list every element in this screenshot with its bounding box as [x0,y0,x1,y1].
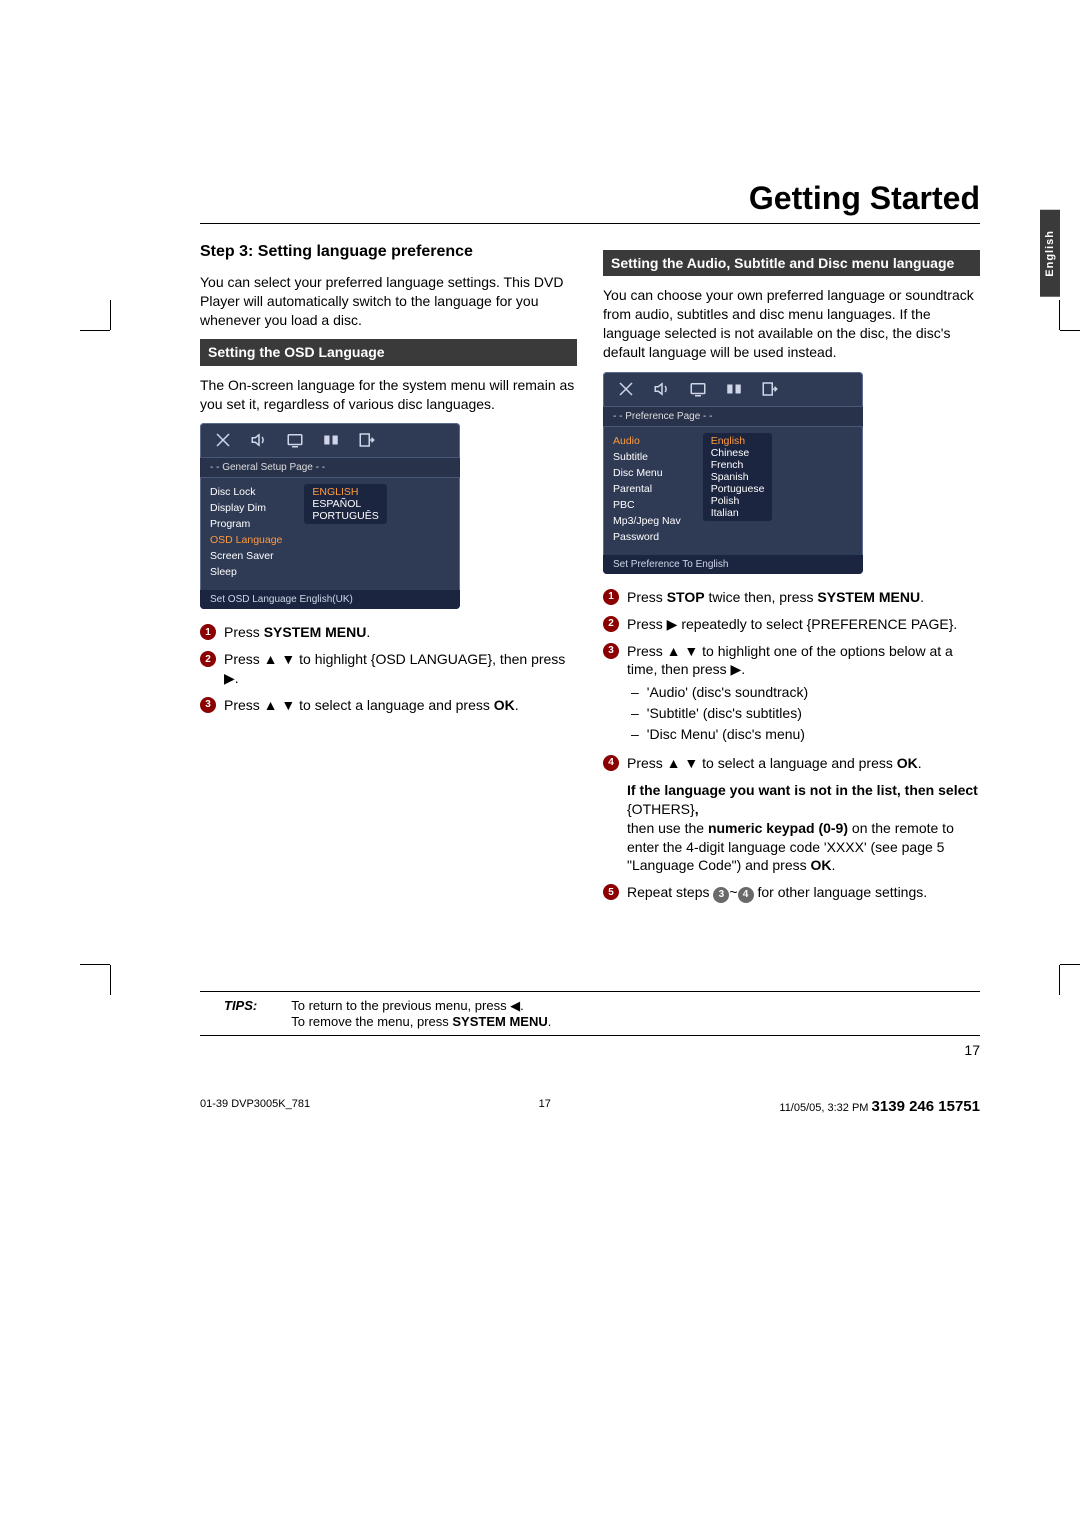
osd-banner: - - General Setup Page - - [200,457,460,478]
osd-label: Disc Lock [210,484,282,500]
footer-left: 01-39 DVP3005K_781 [200,1098,310,1115]
step-bullet: 2 [200,651,216,667]
osd-label: Sleep [210,564,282,580]
print-footer: 01-39 DVP3005K_781 17 11/05/05, 3:32 PM … [200,1098,980,1115]
exit-icon [759,380,781,398]
osd-menu-values: EnglishChineseFrenchSpanishPortuguesePol… [703,433,773,521]
osd-label: Subtitle [613,449,681,465]
step-text: Press ▲ ▼ to highlight {OSD LANGUAGE}, t… [224,650,577,688]
osd-label: Parental [613,481,681,497]
footer-code: 3139 246 15751 [872,1098,980,1115]
osd-value: ESPAÑOL [312,498,378,510]
step-item: 5 Repeat steps 3~4 for other language set… [603,883,980,903]
step-item: 4 Press ▲ ▼ to select a language and pres… [603,754,980,875]
osd-value: ENGLISH [312,486,378,498]
right-steps-list: 1 Press STOP twice then, press SYSTEM MEN… [603,588,980,903]
step-subitem: 'Audio' (disc's soundtrack) [631,683,980,702]
osd-label: Display Dim [210,500,282,516]
osd-menu-labels: Disc LockDisplay DimProgramOSD LanguageS… [210,484,282,580]
footer-right: 11/05/05, 3:32 PM 3139 246 15751 [779,1098,980,1115]
step-bullet: 3 [603,643,619,659]
step-bullet: 2 [603,616,619,632]
osd-value: PORTUGUÊS [312,510,378,522]
step-subitem: 'Subtitle' (disc's subtitles) [631,704,980,723]
step-bullet: 3 [200,697,216,713]
osd-footer: Set OSD Language English(UK) [200,590,460,609]
left-steps-list: 1 Press SYSTEM MENU. 2 Press ▲ ▼ to highlig… [200,623,577,715]
osd-value: Italian [711,507,765,519]
osd-value: English [711,435,765,447]
step-heading: Step 3: Setting language preference [200,242,577,263]
osd-general-setup: - - General Setup Page - - Disc LockDisp… [200,423,460,609]
step-subitem: 'Disc Menu' (disc's menu) [631,725,980,744]
language-tab: English [1040,210,1060,297]
tools-icon [212,431,234,449]
speaker-icon [248,431,270,449]
osd-tab-icons [200,423,460,457]
tips-row: TIPS: To return to the previous menu, pr… [200,991,980,1036]
step-extra: If the language you want is not in the l… [627,781,980,875]
osd-value: Spanish [711,471,765,483]
step-item: 1 Press STOP twice then, press SYSTEM MEN… [603,588,980,607]
step-item: 3 Press ▲ ▼ to select a language and pres… [200,696,577,715]
intro-paragraph: You can select your preferred language s… [200,273,577,330]
step-item: 1 Press SYSTEM MENU. [200,623,577,642]
footer-time: 11/05/05, 3:32 PM [779,1102,868,1114]
osd-label: Disc Menu [613,465,681,481]
left-column: Step 3: Setting language preference You … [200,242,577,911]
osd-value: Chinese [711,447,765,459]
osd-paragraph: The On-screen language for the system me… [200,376,577,414]
step-text: Press STOP twice then, press SYSTEM MENU… [627,588,980,607]
osd-value: Portuguese [711,483,765,495]
step-text: Press SYSTEM MENU. [224,623,577,642]
osd-banner: - - Preference Page - - [603,406,863,427]
step-text: Press ▲ ▼ to select a language and press… [224,696,577,715]
step-item: 2 Press ▲ ▼ to highlight {OSD LANGUAGE}, … [200,650,577,688]
osd-label: OSD Language [210,532,282,548]
step-text: Press ▶ repeatedly to select {PREFERENCE… [627,615,980,634]
section-subhead-pref: Setting the Audio, Subtitle and Disc men… [603,250,980,276]
osd-label: Program [210,516,282,532]
footer-mid: 17 [310,1098,779,1115]
dolby-icon [320,431,342,449]
pref-intro: You can choose your own preferred langua… [603,286,980,362]
osd-value: Polish [711,495,765,507]
section-subhead-osd: Setting the OSD Language [200,339,577,365]
osd-menu-labels: AudioSubtitleDisc MenuParentalPBCMp3/Jpe… [613,433,681,545]
step-bullet: 1 [200,624,216,640]
dolby-icon [723,380,745,398]
page-title: Getting Started [200,180,980,224]
tips-label: TIPS: [200,998,257,1029]
step-bullet: 4 [603,755,619,771]
tools-icon [615,380,637,398]
osd-preference-page: - - Preference Page - - AudioSubtitleDis… [603,372,863,574]
page-number: 17 [200,1042,980,1058]
osd-label: Audio [613,433,681,449]
exit-icon [356,431,378,449]
step-text: Repeat steps 3~4 for other language sett… [627,883,980,903]
tips-text: To return to the previous menu, press ◀.… [291,998,551,1029]
osd-menu-values: ENGLISHESPAÑOLPORTUGUÊS [304,484,386,524]
step-text: Press ▲ ▼ to select a language and press… [627,754,980,875]
tips-line1: To return to the previous menu, press ◀. [291,998,551,1014]
step-item: 3 Press ▲ ▼ to highlight one of the optio… [603,642,980,746]
osd-value: French [711,459,765,471]
step-bullet: 1 [603,589,619,605]
step-bullet: 5 [603,884,619,900]
osd-label: Mp3/Jpeg Nav [613,513,681,529]
osd-label: Screen Saver [210,548,282,564]
osd-tab-icons [603,372,863,406]
osd-label: PBC [613,497,681,513]
speaker-icon [651,380,673,398]
step-item: 2 Press ▶ repeatedly to select {PREFERENC… [603,615,980,634]
osd-label: Password [613,529,681,545]
tv-icon [284,431,306,449]
osd-footer: Set Preference To English [603,555,863,574]
step-text: Press ▲ ▼ to highlight one of the option… [627,642,980,746]
right-column: Setting the Audio, Subtitle and Disc men… [603,242,980,911]
tv-icon [687,380,709,398]
step-sublist: 'Audio' (disc's soundtrack) 'Subtitle' (d… [631,683,980,744]
tips-line2: To remove the menu, press SYSTEM MENU. [291,1014,551,1029]
